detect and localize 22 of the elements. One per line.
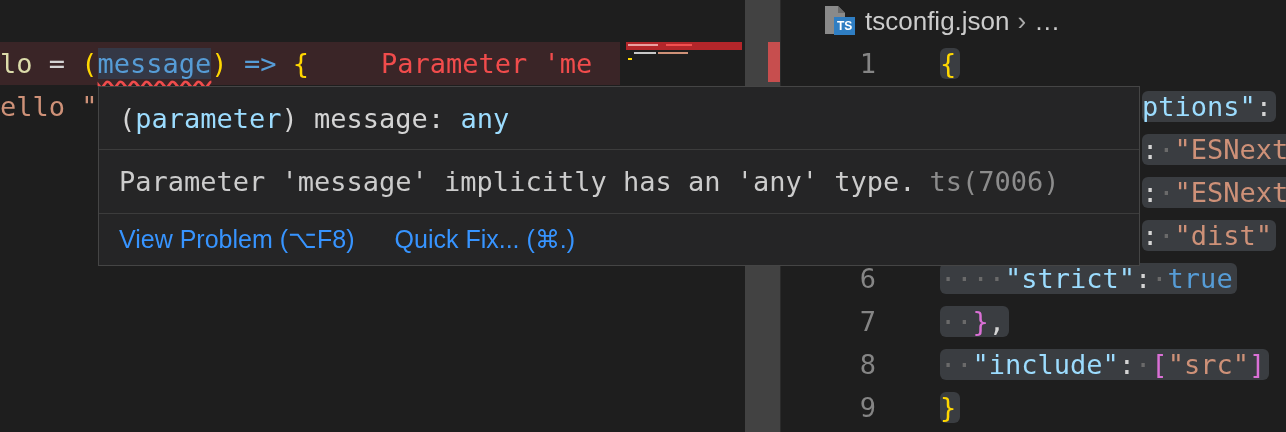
code-text: { (940, 47, 961, 79)
error-message: Parameter 'message' implicitly has an 'any' type. (119, 165, 916, 197)
code-text: lo = (message) => { (0, 46, 309, 81)
line-number: 1 (859, 48, 876, 79)
line-number: 7 (859, 306, 876, 337)
code-text: :·"ESNext (1142, 176, 1286, 208)
inline-error: Parameter 'me (380, 48, 593, 79)
line-number: 9 (859, 392, 876, 423)
ts-badge: TS (834, 17, 856, 35)
code-text: ··}, (940, 305, 1010, 337)
code-text: ····"strict":·true (940, 262, 1237, 294)
line-number: 6 (859, 263, 876, 294)
code-text: ello " (0, 89, 98, 124)
breadcrumb-separator: › (1017, 5, 1027, 37)
code-text: } (940, 391, 961, 423)
code-text: :·"dist" (1142, 219, 1277, 251)
code-text: ptions": (1142, 90, 1277, 122)
line-number: 8 (859, 349, 876, 380)
code-text: :·"ESNext (1142, 133, 1286, 165)
type-signature: (parameter) message: any (119, 102, 510, 134)
code-text: ··"include":·["src"] (940, 348, 1270, 380)
error-code: ts(7006) (929, 165, 1060, 197)
